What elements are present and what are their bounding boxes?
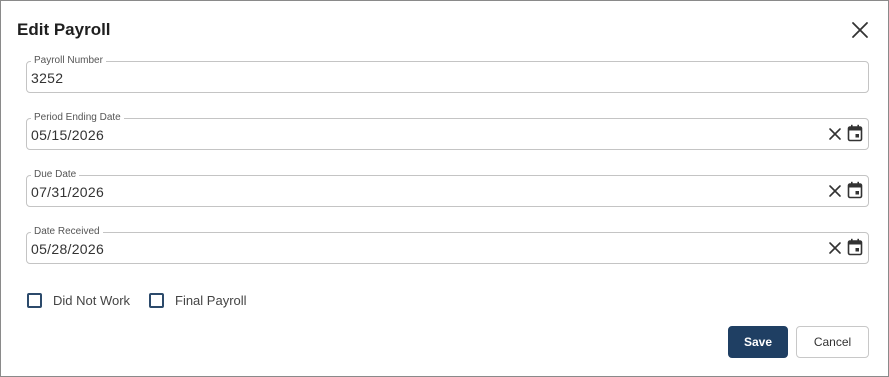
calendar-icon[interactable] — [847, 181, 863, 199]
date-received-input[interactable] — [31, 240, 811, 258]
period-ending-date-input[interactable] — [31, 126, 811, 144]
period-ending-date-label: Period Ending Date — [31, 112, 124, 124]
due-date-input[interactable] — [31, 183, 811, 201]
edit-payroll-dialog: Edit Payroll Payroll Number Period Endin… — [0, 0, 889, 377]
payroll-number-field: Payroll Number — [26, 55, 869, 93]
did-not-work-checkbox[interactable]: Did Not Work — [27, 291, 130, 309]
clear-icon[interactable] — [828, 184, 842, 198]
period-ending-date-field: Period Ending Date — [26, 112, 869, 150]
clear-icon[interactable] — [828, 127, 842, 141]
did-not-work-label: Did Not Work — [53, 292, 131, 308]
payroll-number-label: Payroll Number — [31, 55, 106, 67]
date-received-field: Date Received — [26, 226, 869, 264]
save-button[interactable]: Save — [728, 326, 788, 358]
final-payroll-checkbox[interactable]: Final Payroll — [149, 291, 247, 309]
close-button[interactable] — [849, 19, 871, 41]
calendar-icon[interactable] — [847, 238, 863, 256]
date-received-label: Date Received — [31, 226, 103, 238]
payroll-number-input[interactable] — [31, 69, 811, 87]
due-date-field: Due Date — [26, 169, 869, 207]
due-date-label: Due Date — [31, 169, 80, 181]
checkbox-box[interactable] — [27, 292, 42, 308]
calendar-icon[interactable] — [847, 124, 863, 142]
dialog-title: Edit Payroll — [17, 20, 111, 39]
checkbox-box[interactable] — [149, 292, 164, 308]
cancel-button[interactable]: Cancel — [796, 326, 869, 358]
close-icon — [852, 22, 868, 38]
final-payroll-label: Final Payroll — [175, 292, 247, 308]
clear-icon[interactable] — [828, 241, 842, 255]
